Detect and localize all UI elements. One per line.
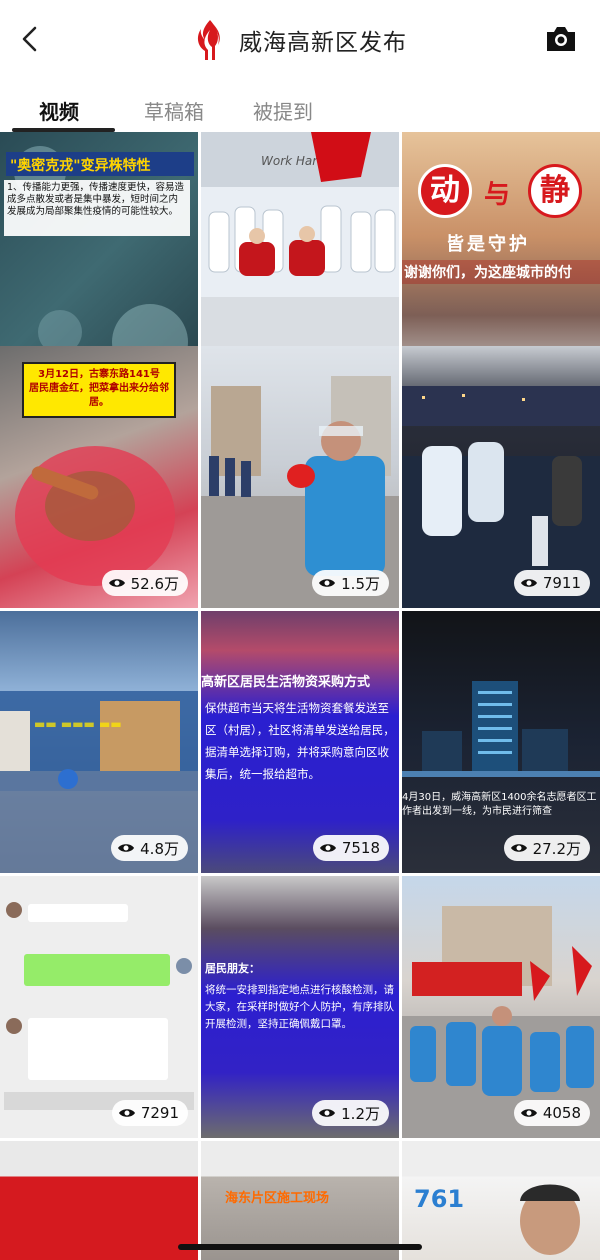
home-indicator[interactable]	[178, 1244, 422, 1250]
caption-line-2: 居民唐金红，把菜拿出来分给邻居。	[29, 383, 169, 408]
caption-and: 与	[484, 180, 511, 210]
view-count: 4.8万	[111, 835, 188, 861]
video-caption-title: 海东片区施工现场	[225, 1191, 330, 1206]
view-count-value: 1.5万	[341, 574, 380, 593]
view-count: 7911	[513, 570, 590, 596]
video-tile[interactable]: 居民朋友： 将统一安排到指定地点进行核酸检测，请大家，在采样时做好个人防护，有序…	[201, 876, 399, 1138]
view-count: 27.2万	[503, 835, 590, 861]
night-testing-photo	[402, 386, 600, 608]
caption-guard: 皆是守护	[446, 234, 530, 255]
video-caption-bottom: 4月30日，威海高新区1400余名志愿者区工作者出发到一线，为市民进行筛查	[402, 792, 597, 817]
video-tile[interactable]: 4058	[402, 876, 600, 1138]
night-building-photo	[402, 681, 600, 777]
view-count-value: 52.6万	[130, 574, 179, 593]
eye-icon	[319, 579, 336, 587]
tab-videos[interactable]: 视频	[39, 96, 79, 125]
caption-thanks: 谢谢你们，为这座城市的付	[402, 260, 600, 284]
outdoor-volunteers-photo	[402, 906, 600, 1138]
eye-icon	[319, 844, 336, 852]
caption-circle-dong: 动	[418, 164, 472, 218]
view-count-value: 7291	[140, 1104, 179, 1122]
view-count-value: 4.8万	[140, 839, 179, 858]
view-count: 7291	[111, 1100, 188, 1126]
tab-drafts[interactable]: 草稿箱	[144, 96, 204, 125]
tab-mentioned[interactable]: 被提到	[253, 96, 313, 125]
eye-icon	[520, 579, 537, 587]
video-caption-title: 居民朋友：	[205, 962, 260, 975]
view-count-value: 7518	[341, 839, 380, 857]
chat-screenshot	[4, 902, 194, 1110]
video-tile[interactable]	[0, 1141, 198, 1260]
blurred-caption: ▬▬ ▬▬▬ ▬▬	[34, 717, 122, 731]
street-volunteer-photo	[201, 376, 399, 608]
view-count-value: 4058	[542, 1104, 581, 1122]
video-tile[interactable]: 7291	[0, 876, 198, 1138]
video-tile[interactable]: ▬▬ ▬▬▬ ▬▬ 4.8万	[0, 611, 198, 873]
view-count: 1.5万	[312, 570, 389, 596]
eye-icon	[510, 844, 527, 852]
eye-icon	[118, 1109, 135, 1117]
eye-icon	[319, 1109, 336, 1117]
video-caption-title: 高新区居民生活物资采购方式	[201, 675, 371, 690]
eye-icon	[108, 579, 125, 587]
content-tabs: 视频 草稿箱 被提到	[0, 82, 600, 132]
header-title-group: 威海高新区发布	[0, 18, 600, 62]
view-count: 4058	[513, 1100, 590, 1126]
camera-icon[interactable]	[544, 24, 578, 54]
video-caption-body: 保供超市当天将生活物资套餐发送至区（村居），社区将清单发送给居民，据清单选择订购…	[205, 701, 395, 781]
view-count: 1.2万	[312, 1100, 389, 1126]
flame-logo	[197, 20, 220, 60]
video-caption-box: 3月12日，古寨东路141号 居民唐金红，把菜拿出来分给邻居。	[22, 362, 176, 418]
caption-line-1: 3月12日，古寨东路141号	[38, 369, 160, 380]
person-portrait	[520, 1184, 580, 1255]
view-count-value: 27.2万	[532, 839, 581, 858]
video-tile[interactable]: 高新区居民生活物资采购方式 保供超市当天将生活物资套餐发送至区（村居），社区将清…	[201, 611, 399, 873]
view-count-value: 7911	[542, 574, 581, 592]
video-caption-body: 1、传播能力更强，传播速度更快，容易造成多点散发或者是集中暴发，短时间之内发展成…	[4, 180, 190, 236]
view-count: 7518	[312, 835, 389, 861]
video-caption-body: 将统一安排到指定地点进行核酸检测，请大家，在采样时做好个人防护，有序排队开展检测…	[205, 984, 394, 1030]
caption-circle-jing: 静	[528, 164, 582, 218]
view-count: 52.6万	[101, 570, 188, 596]
video-tile[interactable]: 海东片区施工现场	[201, 1141, 399, 1260]
video-tile[interactable]: 1.5万	[201, 346, 399, 608]
video-tile[interactable]: 761	[402, 1141, 600, 1260]
view-count-value: 1.2万	[341, 1104, 380, 1123]
video-tile[interactable]: 7911	[402, 346, 600, 608]
page-title: 威海高新区发布	[239, 30, 407, 56]
residential-street-photo	[0, 691, 198, 873]
eye-icon	[118, 844, 135, 852]
video-caption-title: "奥密克戎"变异株特性	[6, 152, 194, 176]
video-tile[interactable]: 3月12日，古寨东路141号 居民唐金红，把菜拿出来分给邻居。 52.6万	[0, 346, 198, 608]
eye-icon	[520, 1109, 537, 1117]
app-header: 威海高新区发布	[0, 0, 600, 82]
video-tile[interactable]: 4月30日，威海高新区1400余名志愿者区工作者出发到一线，为市民进行筛查 27…	[402, 611, 600, 873]
